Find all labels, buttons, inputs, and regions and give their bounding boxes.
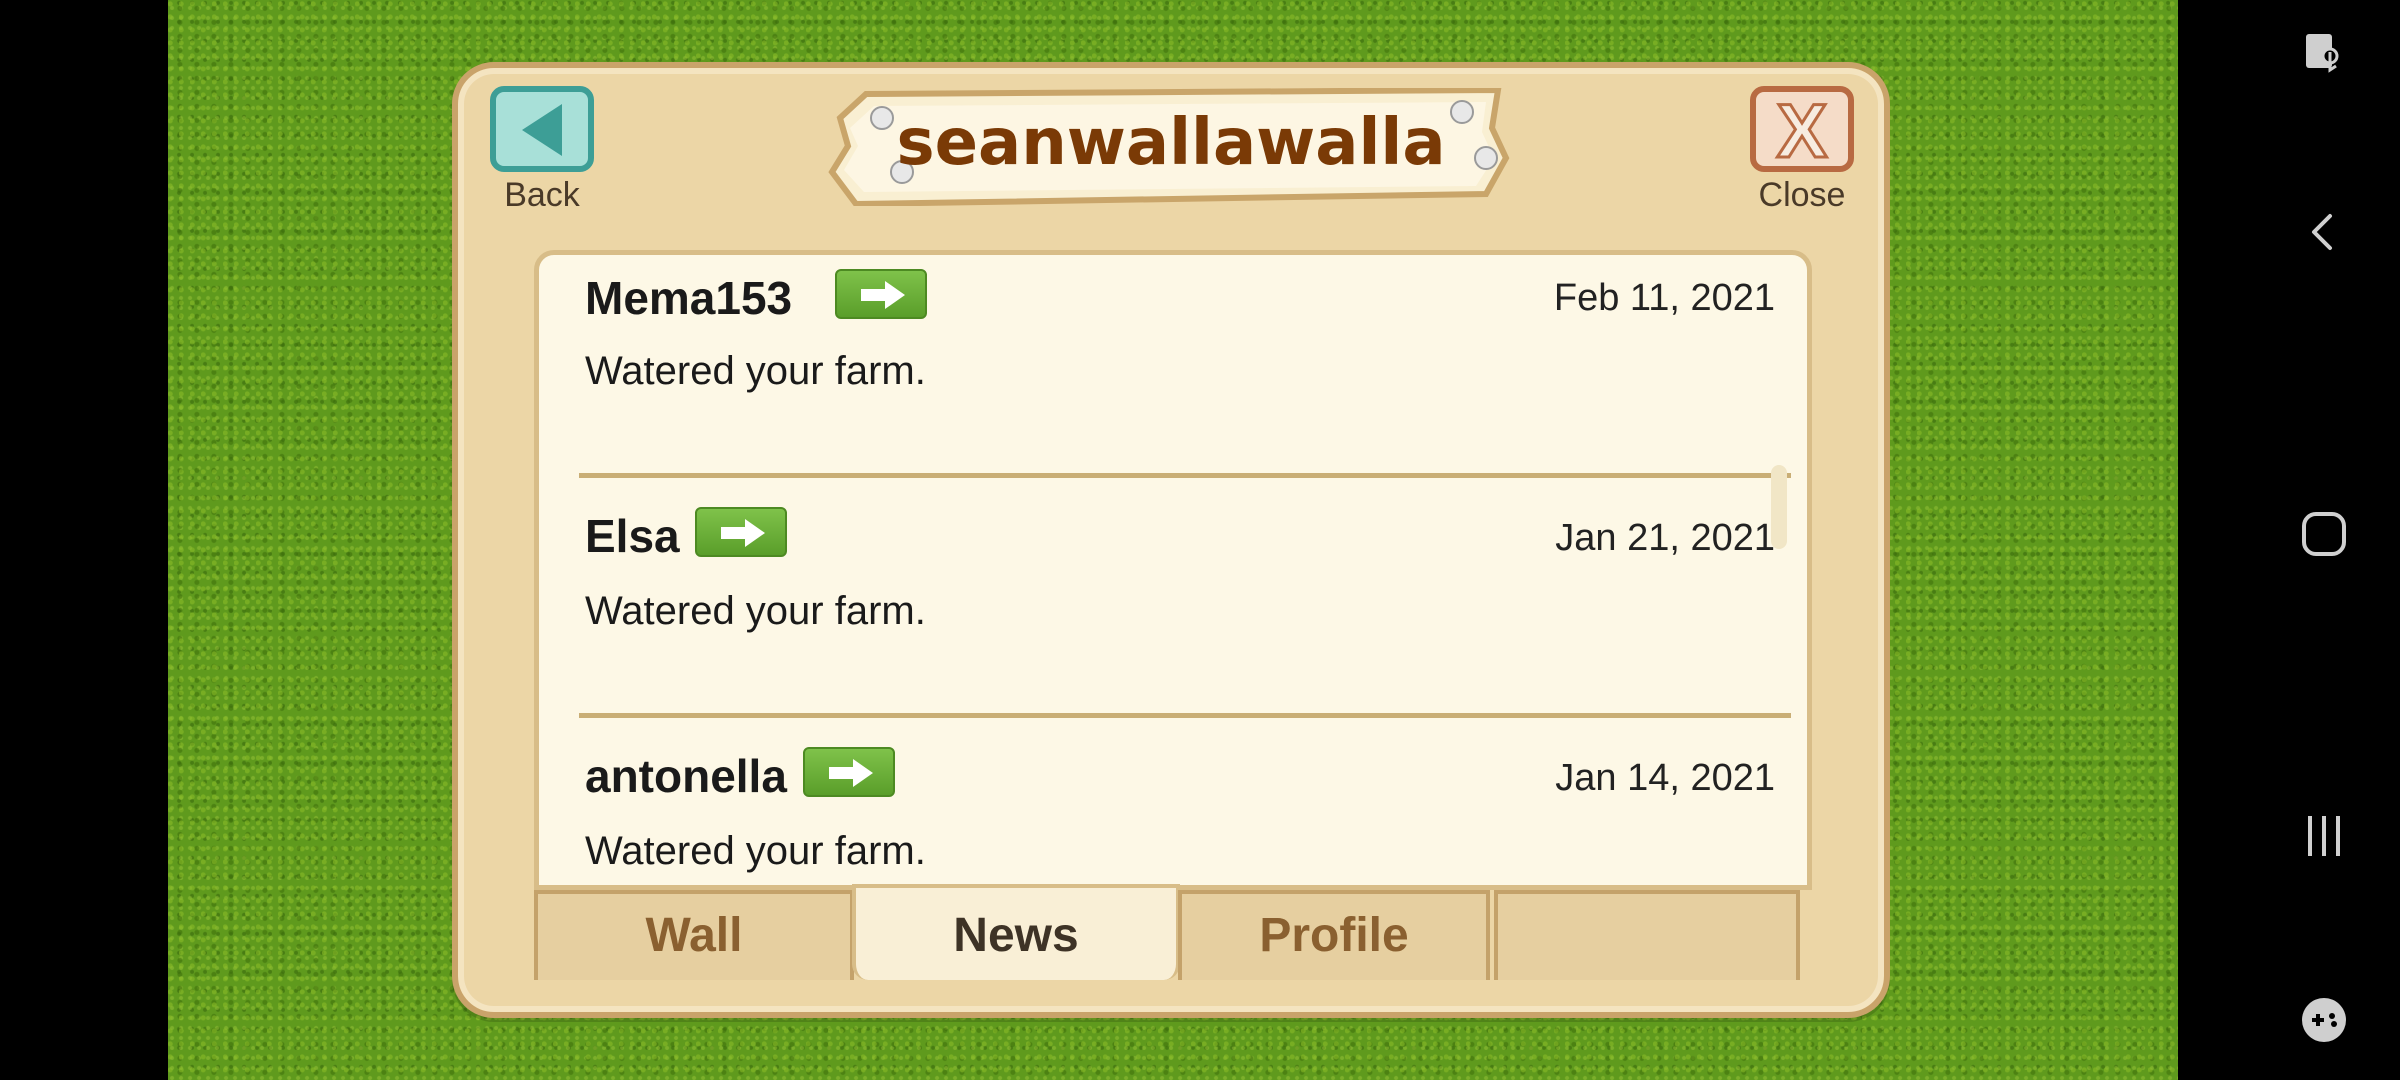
recents-icon[interactable] <box>2300 812 2348 860</box>
friend-name: Mema153 <box>585 272 793 324</box>
arrow-right-icon <box>861 281 905 309</box>
system-navigation-bar <box>2178 0 2400 1080</box>
news-item: Mema153 Feb 11, 2021 Watered your farm. <box>539 255 1799 495</box>
back-arrow-icon[interactable] <box>2300 208 2348 256</box>
back-triangle-icon <box>522 104 562 156</box>
news-message: Watered your farm. <box>585 349 926 393</box>
close-button[interactable]: X <box>1750 86 1854 176</box>
friend-name: Elsa <box>585 510 680 562</box>
arrow-right-icon <box>721 519 765 547</box>
news-date: Jan 14, 2021 <box>1555 757 1775 799</box>
tab-empty[interactable] <box>1494 890 1800 980</box>
screen-touch-icon[interactable] <box>2300 30 2348 78</box>
divider <box>579 473 1791 478</box>
news-date: Feb 11, 2021 <box>1553 277 1775 319</box>
arrow-right-icon <box>829 759 873 787</box>
news-item: antonella Jan 14, 2021 Watered your farm… <box>539 735 1799 885</box>
news-date: Jan 21, 2021 <box>1555 517 1775 559</box>
tab-news[interactable]: News <box>852 884 1180 980</box>
back-button[interactable] <box>490 86 594 172</box>
news-feed-list[interactable]: Mema153 Feb 11, 2021 Watered your farm. … <box>534 250 1812 890</box>
title-sign: seanwallawalla <box>826 88 1516 206</box>
news-item: Elsa Jan 21, 2021 Watered your farm. <box>539 495 1799 735</box>
close-x-icon: X <box>1775 88 1829 176</box>
divider <box>579 713 1791 718</box>
game-controller-icon[interactable] <box>2300 996 2348 1044</box>
home-icon[interactable] <box>2300 510 2348 558</box>
close-label[interactable]: Close <box>1722 176 1882 215</box>
visit-farm-button[interactable] <box>835 269 927 319</box>
tab-wall[interactable]: Wall <box>534 890 854 980</box>
tab-profile[interactable]: Profile <box>1178 890 1490 980</box>
tab-bar: Wall News Profile <box>534 884 1812 980</box>
news-message: Watered your farm. <box>585 829 926 873</box>
friend-name: antonella <box>585 750 787 802</box>
back-label[interactable]: Back <box>462 176 622 215</box>
news-message: Watered your farm. <box>585 589 926 633</box>
scrollbar-thumb[interactable] <box>1771 465 1787 549</box>
visit-farm-button[interactable] <box>695 507 787 557</box>
visit-farm-button[interactable] <box>803 747 895 797</box>
player-name-title: seanwallawalla <box>896 106 1446 180</box>
